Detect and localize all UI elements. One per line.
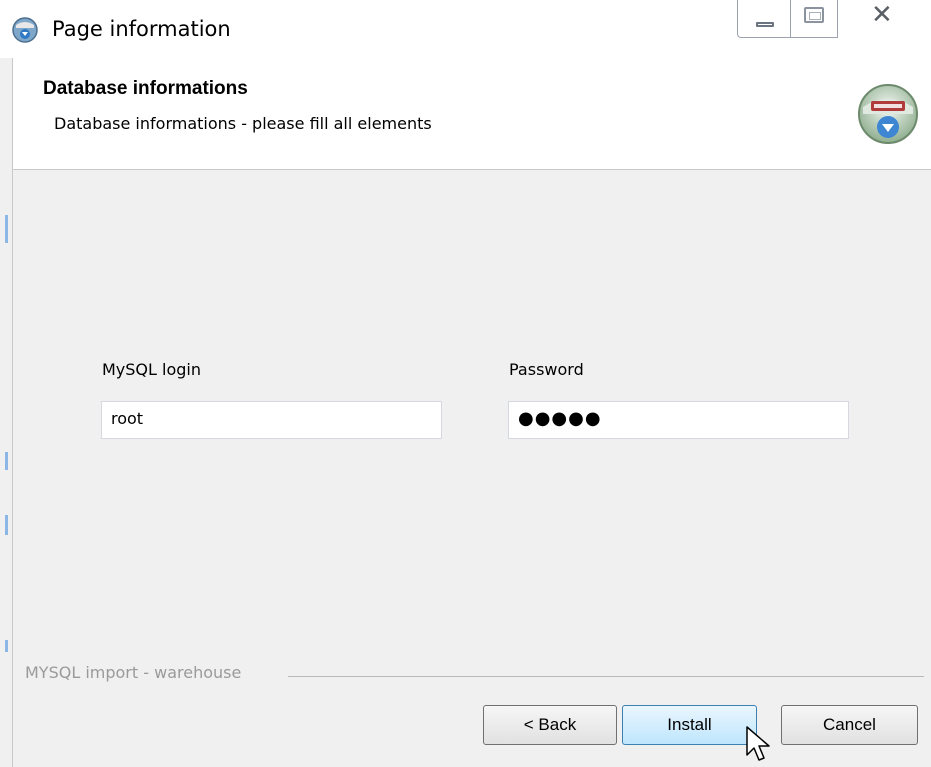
app-icon bbox=[12, 17, 38, 43]
password-input[interactable]: ●●●●● bbox=[508, 401, 849, 439]
minimize-button[interactable] bbox=[737, 0, 791, 38]
close-button[interactable]: ✕ bbox=[837, 0, 929, 38]
mysql-login-label: MySQL login bbox=[102, 360, 201, 379]
group-box-label: MYSQL import - warehouse bbox=[25, 663, 242, 682]
maximize-icon bbox=[804, 7, 824, 23]
minimize-icon bbox=[756, 22, 774, 27]
window-title: Page information bbox=[52, 17, 231, 41]
mysql-login-input[interactable]: root bbox=[101, 401, 442, 439]
mouse-cursor-icon bbox=[746, 726, 770, 761]
password-label: Password bbox=[509, 360, 584, 379]
header-title: Database informations bbox=[43, 78, 248, 99]
install-button[interactable]: Install bbox=[622, 705, 757, 745]
window-edge-highlight bbox=[5, 452, 8, 470]
header-subtitle: Database informations - please fill all … bbox=[54, 114, 432, 133]
window-controls: ✕ bbox=[735, 0, 931, 42]
window-edge-highlight bbox=[5, 640, 8, 652]
title-bar[interactable]: Page information ✕ bbox=[0, 0, 931, 58]
window-edge-highlight bbox=[5, 515, 8, 535]
install-badge-icon bbox=[858, 84, 918, 144]
back-button[interactable]: < Back bbox=[483, 705, 617, 745]
installer-window: Page information ✕ Database informations… bbox=[0, 0, 931, 767]
group-divider bbox=[288, 676, 924, 677]
close-icon: ✕ bbox=[871, 0, 893, 30]
maximize-button[interactable] bbox=[790, 0, 838, 38]
window-edge-highlight bbox=[5, 215, 8, 243]
cancel-button[interactable]: Cancel bbox=[781, 705, 918, 745]
wizard-header: Database informations Database informati… bbox=[12, 58, 931, 170]
wizard-body: MySQL login root Password ●●●●● MYSQL im… bbox=[12, 170, 931, 767]
